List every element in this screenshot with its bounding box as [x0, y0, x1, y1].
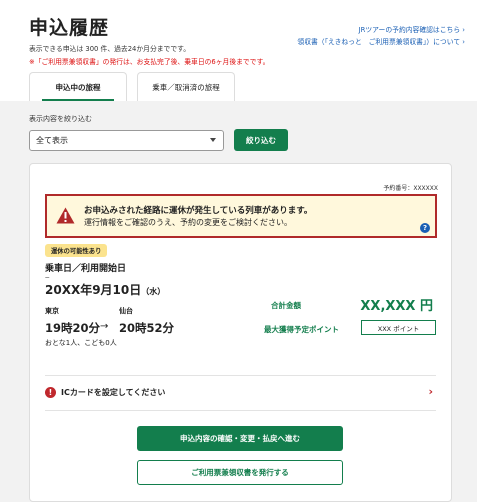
alert-circle-icon: ! — [45, 387, 56, 398]
suspension-alert: お申込みされた経路に運休が発生している列車があります。 運行情報をご確認のうえ、… — [45, 194, 437, 238]
filter-button[interactable]: 絞り込む — [234, 129, 288, 151]
page-title: 申込履歴 — [29, 17, 110, 39]
date-label: 乗車日／利用開始日 — [45, 264, 127, 274]
filter-label: 表示内容を絞り込む — [29, 115, 92, 123]
tab-current-label: 申込中の旅程 — [55, 83, 101, 92]
points-value: XXX ポイント — [361, 320, 436, 335]
travel-date-main: 20XX年9月10日 — [45, 283, 142, 297]
ic-card-text: ICカードを設定してください — [61, 388, 166, 397]
warning-icon — [56, 207, 75, 228]
route-arrow: → — [100, 321, 109, 332]
points-label: 最大獲得予定ポイント — [264, 325, 339, 334]
alert-message: 運行情報をご確認のうえ、予約の変更をご検討ください。 — [84, 218, 292, 227]
tab-completed[interactable]: 乗車／取消済の旅程 — [137, 72, 235, 102]
confirm-change-refund-button[interactable]: 申込内容の確認・変更・払戻へ進む — [137, 426, 343, 451]
chevron-down-icon — [210, 138, 216, 142]
total-amount: XX,XXX 円 — [360, 299, 433, 314]
receipt-info-link[interactable]: 領収書（「えきねっと ご利用票兼領収書」）について › — [297, 36, 465, 46]
passenger-count: おとな1人、こども0人 — [45, 339, 117, 347]
arrival-station: 仙台 — [119, 307, 133, 315]
divider — [45, 410, 436, 411]
travel-date-weekday: （水） — [141, 287, 166, 296]
chevron-right-icon: › — [428, 385, 433, 398]
info-text: 表示できる申込は 300 件、過去24か月分までです。 — [29, 45, 191, 53]
page-header: 申込履歴 表示できる申込は 300 件、過去24か月分までです。 ※「ご利用票兼… — [0, 0, 477, 102]
tour-link[interactable]: JRツアーの予約内容確認はこちら › — [359, 24, 465, 34]
tab-completed-label: 乗車／取消済の旅程 — [152, 83, 220, 92]
tab-bar: 申込中の旅程 乗車／取消済の旅程 — [0, 72, 477, 102]
issue-receipt-button[interactable]: ご利用票兼領収書を発行する — [137, 460, 343, 485]
departure-time: 19時20分 — [45, 321, 101, 335]
divider — [45, 375, 436, 376]
total-label: 合計金額 — [271, 301, 301, 310]
alert-title: お申込みされた経路に運休が発生している列車があります。 — [84, 206, 313, 216]
receipt-note: ※「ご利用票兼領収書」の発行は、お支払完了後、乗車日の6ヶ月後までです。 — [29, 58, 270, 66]
tab-current[interactable]: 申込中の旅程 — [29, 72, 127, 102]
help-icon[interactable]: ? — [420, 223, 430, 233]
filter-select-value: 全て表示 — [36, 136, 68, 145]
travel-date: 20XX年9月10日（水） — [45, 281, 165, 298]
arrival-time: 20時52分 — [119, 321, 175, 335]
reservation-number: 予約番号：XXXXXX — [383, 185, 438, 192]
ic-card-row[interactable]: ! ICカードを設定してください › — [45, 384, 437, 402]
date-dash: --- — [45, 274, 49, 281]
filter-select[interactable]: 全て表示 — [29, 130, 224, 151]
reservation-card: 予約番号：XXXXXX お申込みされた経路に運休が発生している列車があります。 … — [29, 163, 452, 502]
departure-station: 東京 — [45, 307, 59, 315]
status-badge: 運休の可能性あり — [45, 244, 108, 257]
